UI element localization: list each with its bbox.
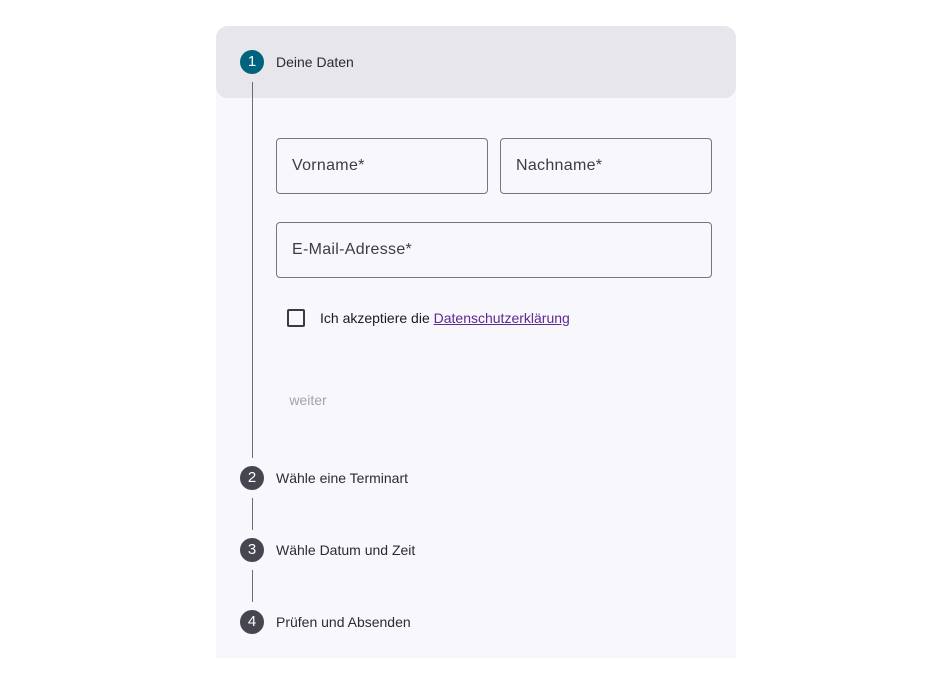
step-2-label: Wähle eine Terminart: [276, 470, 409, 486]
step-1-header[interactable]: 1 Deine Daten: [216, 26, 736, 98]
step-1-number: 1: [240, 50, 264, 74]
lastname-field[interactable]: Nachname*: [500, 138, 712, 194]
email-field[interactable]: E-Mail-Adresse*: [276, 222, 712, 278]
firstname-field[interactable]: Vorname*: [276, 138, 488, 194]
email-label: E-Mail-Adresse*: [292, 241, 413, 258]
privacy-checkbox[interactable]: [287, 309, 305, 327]
next-button[interactable]: weiter: [276, 382, 340, 418]
privacy-consent-label: Ich akzeptiere die: [320, 310, 434, 326]
step-1-label: Deine Daten: [276, 54, 354, 70]
step-4-label: Prüfen und Absenden: [276, 614, 411, 630]
step-connector-1: [252, 82, 253, 458]
step-3-label: Wähle Datum und Zeit: [276, 542, 416, 558]
appointment-stepper: 1 Deine Daten Vorname* Nachname* E-Mail-…: [216, 26, 736, 658]
step-3-number: 3: [240, 538, 264, 562]
step-2-header[interactable]: 2 Wähle eine Terminart: [216, 442, 736, 514]
step-2-number: 2: [240, 466, 264, 490]
firstname-label: Vorname*: [292, 157, 365, 174]
privacy-policy-link[interactable]: Datenschutzerklärung: [434, 310, 570, 326]
step-3-header[interactable]: 3 Wähle Datum und Zeit: [216, 514, 736, 586]
lastname-label: Nachname*: [516, 157, 603, 174]
step-4-number: 4: [240, 610, 264, 634]
step-4-header[interactable]: 4 Prüfen und Absenden: [216, 586, 736, 658]
privacy-consent-text: Ich akzeptiere die Datenschutzerklärung: [320, 310, 570, 326]
